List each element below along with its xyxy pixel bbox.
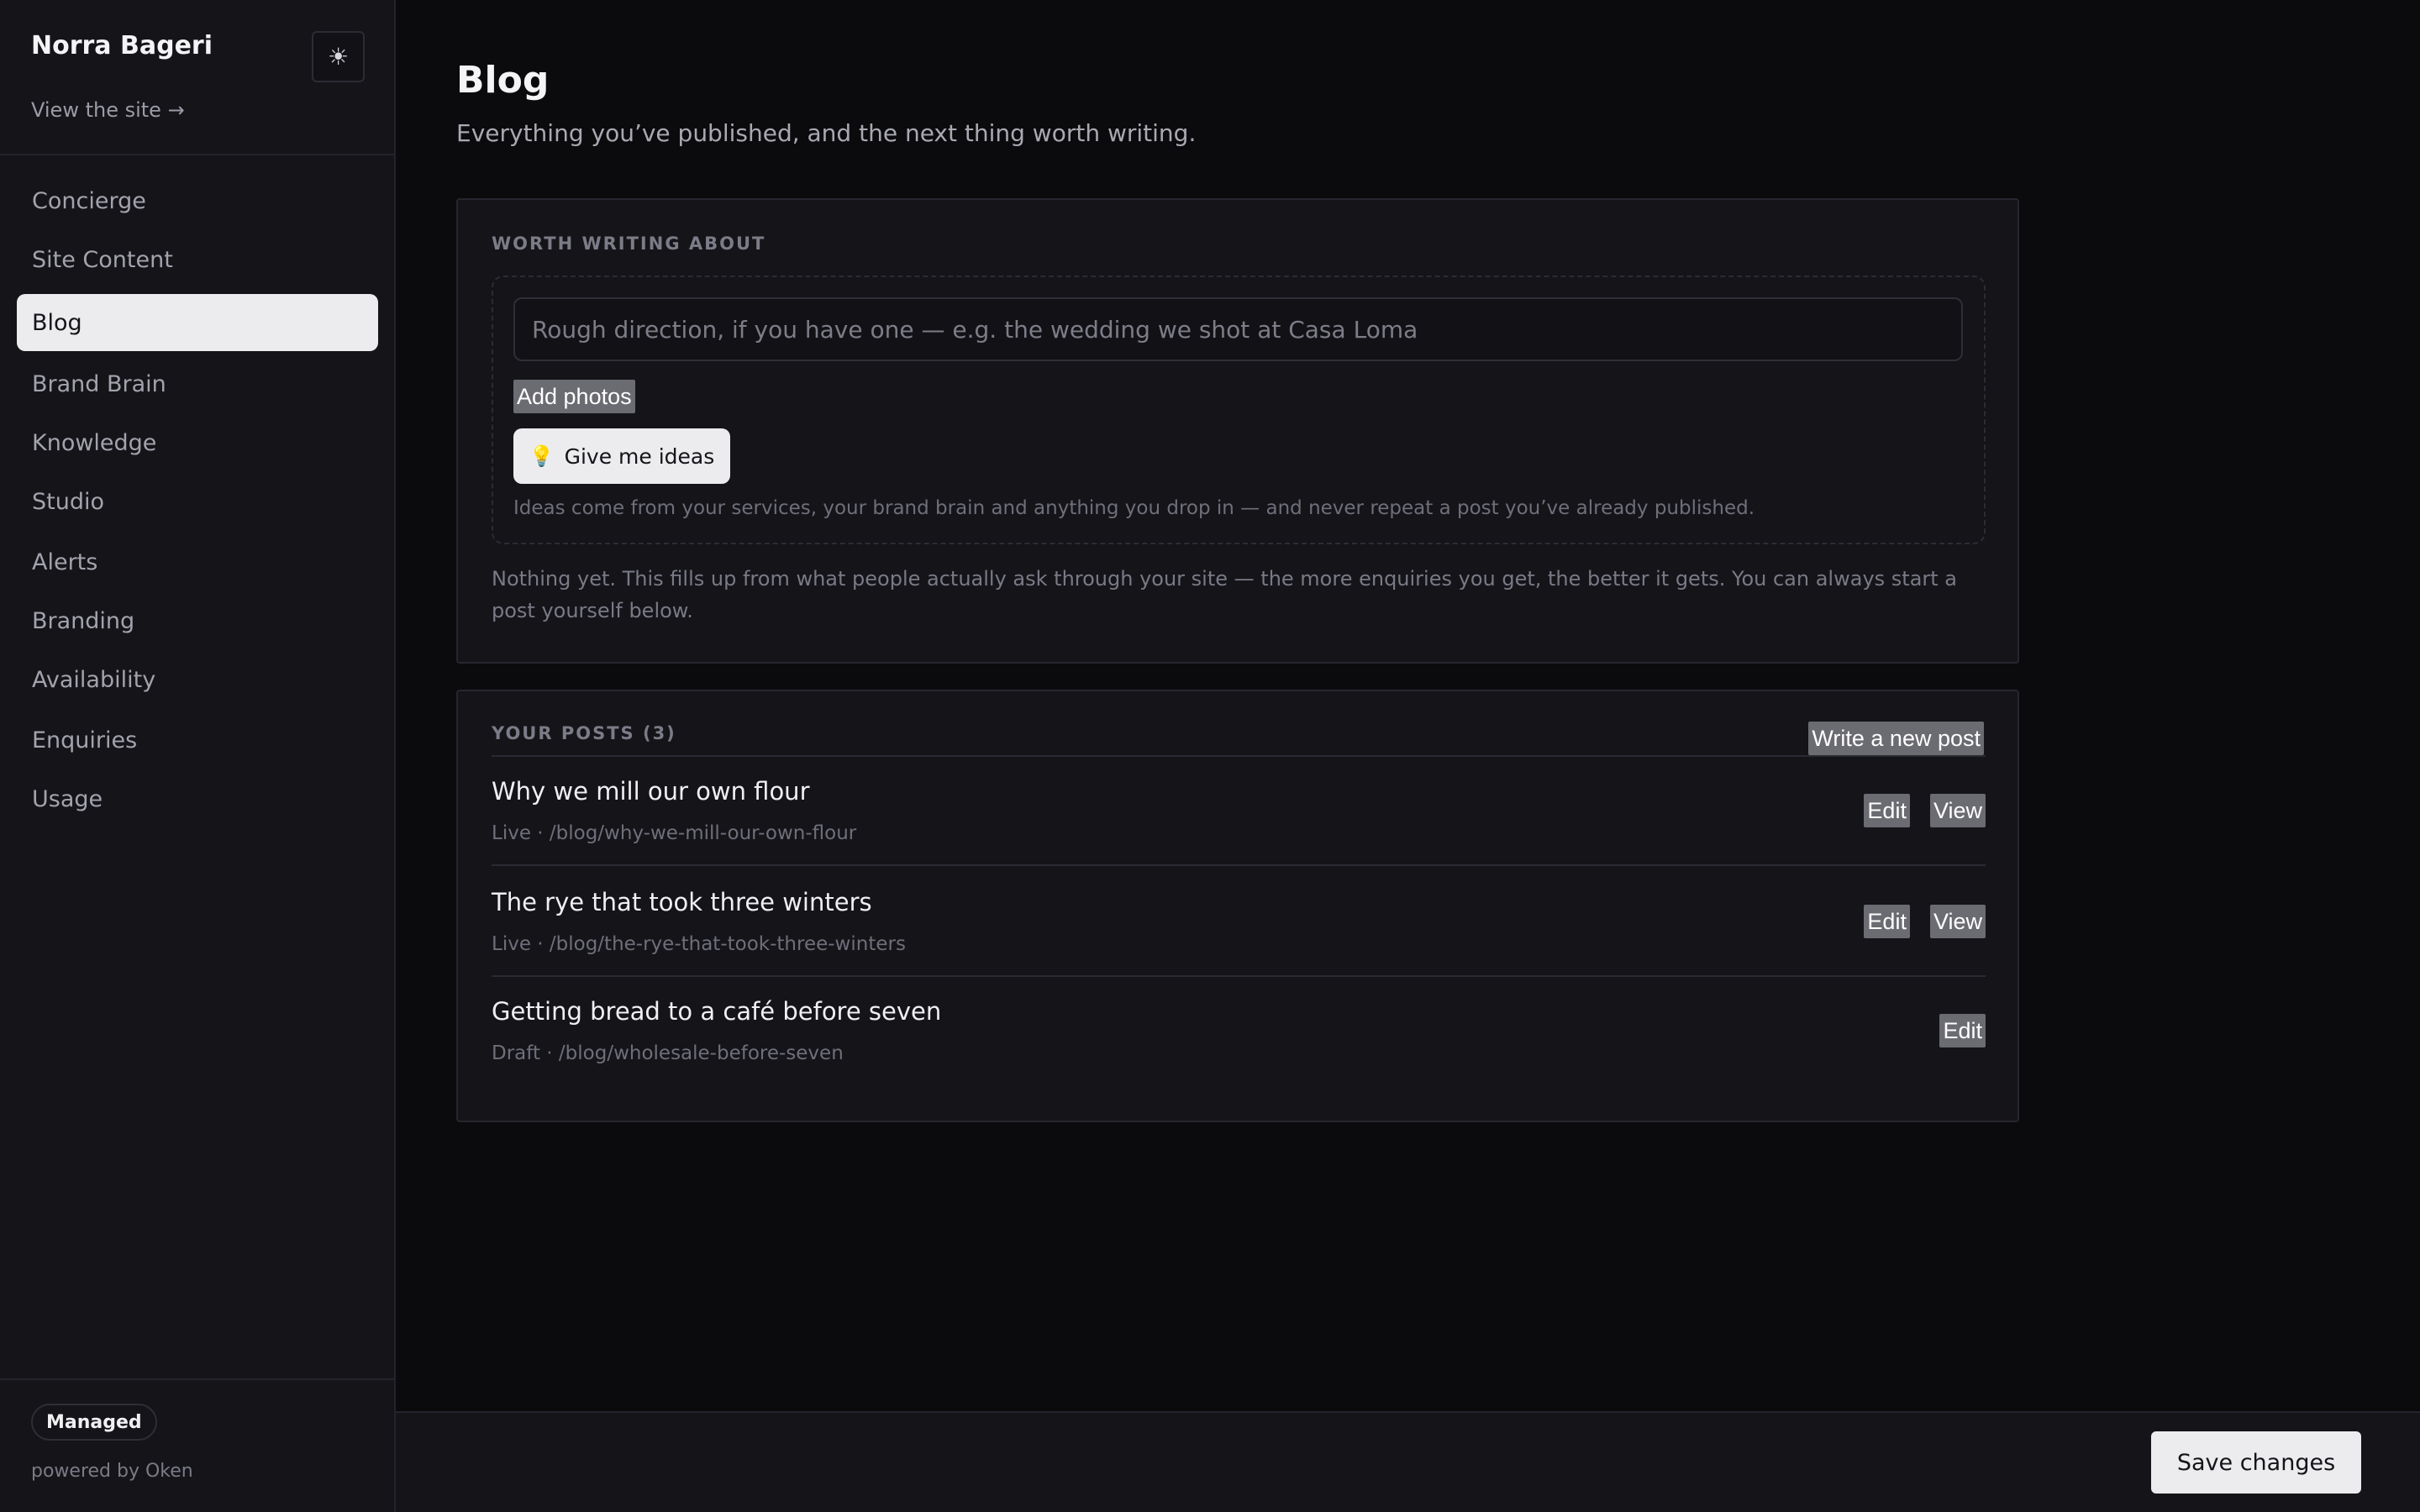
post-actions: Edit View (1864, 905, 1986, 938)
sidebar-item-enquiries[interactable]: Enquiries (17, 711, 378, 769)
post-title[interactable]: The rye that took three winters (492, 888, 872, 916)
ideas-card: WORTH WRITING ABOUT Add photos 💡 Give me… (456, 198, 2019, 664)
edit-post-button[interactable]: Edit (1939, 1014, 1986, 1047)
sidebar-item-blog[interactable]: Blog (17, 294, 378, 351)
view-post-button[interactable]: View (1929, 905, 1986, 938)
edit-post-button[interactable]: Edit (1864, 794, 1910, 827)
post-actions: Edit View (1864, 794, 1986, 827)
page-subtitle: Everything you’ve published, and the nex… (456, 119, 1197, 147)
sidebar-item-concierge[interactable]: Concierge (17, 172, 378, 229)
sun-icon: ☀ (327, 43, 350, 71)
sidebar-header: Norra Bageri ☀ View the site → (0, 0, 394, 155)
sidebar-item-branding[interactable]: Branding (17, 592, 378, 649)
ideas-section-label: WORTH WRITING ABOUT (492, 234, 766, 254)
page-title: Blog (456, 59, 550, 102)
save-bar: Save changes (396, 1411, 2420, 1512)
lightbulb-icon: 💡 (529, 444, 555, 468)
posts-section-label: YOUR POSTS (3) (492, 723, 676, 743)
post-meta: Draft · /blog/wholesale-before-seven (492, 1042, 844, 1064)
sidebar-item-alerts[interactable]: Alerts (17, 533, 378, 591)
ideas-dropzone[interactable]: Add photos 💡 Give me ideas Ideas come fr… (492, 276, 1986, 544)
sidebar-item-studio[interactable]: Studio (17, 473, 378, 530)
post-row: Getting bread to a café before seven Dra… (492, 977, 1986, 1086)
powered-by-text: powered by Oken (31, 1461, 193, 1482)
sidebar-item-knowledge[interactable]: Knowledge (17, 414, 378, 471)
write-new-post-button[interactable]: Write a new post (1808, 722, 1984, 755)
post-actions: Edit (1939, 1014, 1986, 1047)
post-title[interactable]: Getting bread to a café before seven (492, 997, 941, 1026)
sidebar-item-availability[interactable]: Availability (17, 651, 378, 708)
direction-input[interactable] (513, 297, 1963, 361)
give-me-ideas-label: Give me ideas (564, 444, 715, 469)
managed-badge: Managed (31, 1404, 157, 1441)
posts-card: YOUR POSTS (3) Write a new post Why we m… (456, 690, 2019, 1122)
post-row: The rye that took three winters Live · /… (492, 868, 1986, 977)
view-post-button[interactable]: View (1929, 794, 1986, 827)
post-meta: Live · /blog/the-rye-that-took-three-win… (492, 933, 906, 955)
ideas-note: Ideas come from your services, your bran… (513, 497, 1755, 519)
save-changes-button[interactable]: Save changes (2151, 1431, 2361, 1494)
sidebar-item-brand-brain[interactable]: Brand Brain (17, 355, 378, 412)
post-row: Why we mill our own flour Live · /blog/w… (492, 757, 1986, 866)
main-content: Blog Everything you’ve published, and th… (396, 0, 2420, 1411)
sidebar: Norra Bageri ☀ View the site → Concierge… (0, 0, 396, 1512)
post-title[interactable]: Why we mill our own flour (492, 777, 810, 806)
view-site-link[interactable]: View the site → (31, 98, 185, 122)
post-meta: Live · /blog/why-we-mill-our-own-flour (492, 822, 857, 844)
edit-post-button[interactable]: Edit (1864, 905, 1910, 938)
sidebar-footer: Managed powered by Oken (0, 1378, 394, 1512)
brand-name: Norra Bageri (31, 31, 213, 60)
sidebar-item-usage[interactable]: Usage (17, 770, 378, 827)
add-photos-button[interactable]: Add photos (513, 380, 635, 413)
theme-toggle-button[interactable]: ☀ (312, 31, 365, 82)
ideas-empty-note: Nothing yet. This fills up from what peo… (492, 567, 1958, 622)
sidebar-item-site-content[interactable]: Site Content (17, 231, 378, 288)
give-me-ideas-button[interactable]: 💡 Give me ideas (513, 428, 730, 484)
